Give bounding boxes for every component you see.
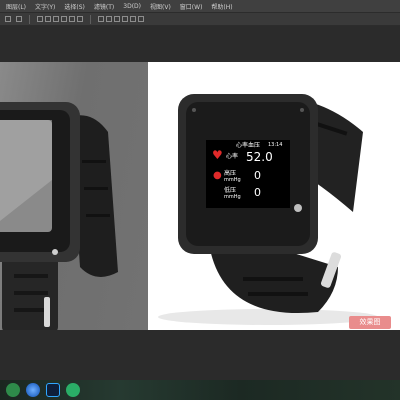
tool-option-button[interactable] [16,16,22,22]
windows-start-icon[interactable] [6,383,20,397]
distribute-icon[interactable] [106,16,112,22]
menu-item-layer[interactable]: 图层(L) [6,2,26,11]
align-bottom-icon[interactable] [77,16,83,22]
menu-item-3d[interactable]: 3D(D) [123,3,141,10]
options-bar [0,12,400,26]
menu-item-type[interactable]: 文字(Y) [35,2,55,11]
photoshop-icon[interactable] [46,383,60,397]
low-pressure-unit: mmHg [224,194,241,200]
low-pressure-value: 0 [254,186,261,199]
divider [29,14,30,24]
document-left[interactable] [0,62,148,330]
tool-option-button[interactable] [5,16,11,22]
distribute-icon[interactable] [138,16,144,22]
high-pressure-unit: mmHg [224,177,241,183]
align-right-icon[interactable] [53,16,59,22]
align-top-icon[interactable] [61,16,67,22]
heart-icon: ♥ [212,148,223,162]
menu-item-help[interactable]: 帮助(H) [211,2,232,11]
distribute-icon[interactable] [98,16,104,22]
watch-photo-left [0,102,118,330]
distribute-icon[interactable] [130,16,136,22]
distribute-icon[interactable] [122,16,128,22]
menu-bar: 图层(L) 文字(Y) 选择(S) 滤镜(T) 3D(D) 视图(V) 窗口(W… [0,0,400,12]
align-left-icon[interactable] [37,16,43,22]
menu-item-filter[interactable]: 滤镜(T) [94,2,114,11]
menu-item-window[interactable]: 窗口(W) [180,2,203,11]
screen-time: 13:14 [268,142,283,148]
align-middle-icon[interactable] [69,16,75,22]
divider [90,14,91,24]
high-pressure-value: 0 [254,169,261,182]
heart-rate-label: 心率 [226,153,239,160]
browser-icon[interactable] [26,383,40,397]
align-button-group [37,16,83,22]
distribute-icon[interactable] [114,16,120,22]
taskbar [0,380,400,400]
screen-title: 心率血压 [236,142,261,149]
distribute-button-group [98,16,144,22]
menu-item-select[interactable]: 选择(S) [64,2,85,11]
low-pressure-label: 低压 [224,187,237,194]
effect-badge: 效果图 [349,316,391,329]
watch-screen: 心率血压 13:14 ♥ 心率 52.0 ● 高压 mmHg 0 低压 mmHg… [206,140,290,208]
menu-item-view[interactable]: 视图(V) [150,2,171,11]
heart-rate-value: 52.0 [246,150,273,164]
wechat-icon[interactable] [66,383,80,397]
document-right[interactable]: 心率血压 13:14 ♥ 心率 52.0 ● 高压 mmHg 0 低压 mmHg… [148,62,400,330]
blood-drop-icon: ● [213,170,222,181]
high-pressure-label: 高压 [224,170,237,177]
align-center-icon[interactable] [45,16,51,22]
